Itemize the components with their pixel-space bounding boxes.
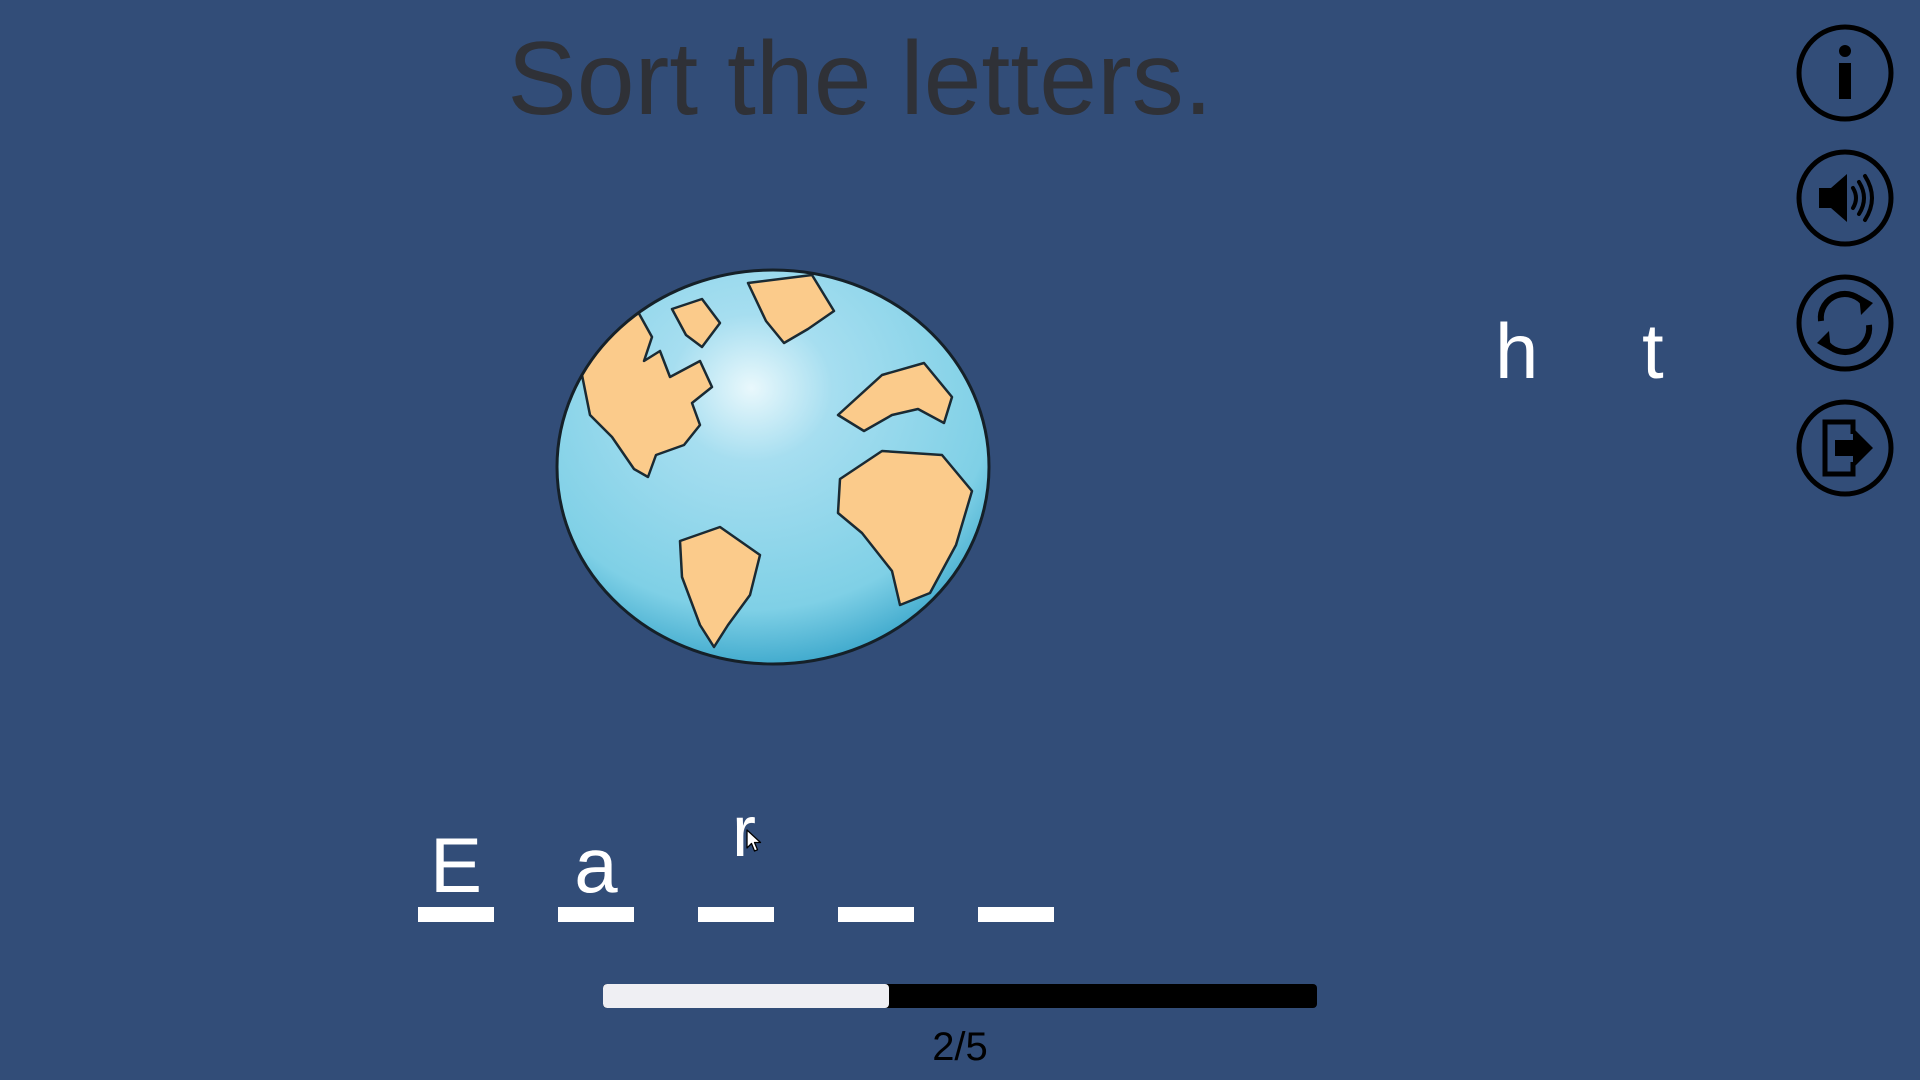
slot-letter: a [574, 821, 618, 909]
slot-underline [838, 907, 914, 922]
progress-bar [603, 984, 1317, 1008]
slot-underline [978, 907, 1054, 922]
exit-icon [1796, 399, 1894, 497]
slot-underline [558, 907, 634, 922]
mouse-cursor-icon [746, 829, 762, 853]
info-icon [1796, 24, 1894, 122]
letter-tile-t[interactable]: t [1642, 312, 1664, 390]
page-title: Sort the letters. [507, 21, 1213, 137]
slot-letter: E [429, 821, 483, 909]
info-button[interactable] [1795, 23, 1895, 123]
exit-button[interactable] [1795, 398, 1895, 498]
progress-bar-fill [603, 984, 889, 1008]
answer-slot-5[interactable] [978, 812, 1054, 922]
answer-slot-4[interactable] [838, 812, 914, 922]
restart-icon [1796, 274, 1894, 372]
sound-button[interactable] [1795, 148, 1895, 248]
letter-tile-h[interactable]: h [1495, 312, 1538, 390]
globe-image [552, 265, 994, 669]
slot-underline [698, 907, 774, 922]
speaker-icon [1796, 149, 1894, 247]
answer-slot-2[interactable]: a [558, 812, 634, 922]
slot-underline [418, 907, 494, 922]
restart-button[interactable] [1795, 273, 1895, 373]
answer-slot-1[interactable]: E [418, 812, 494, 922]
progress-label: 2/5 [932, 1025, 988, 1069]
